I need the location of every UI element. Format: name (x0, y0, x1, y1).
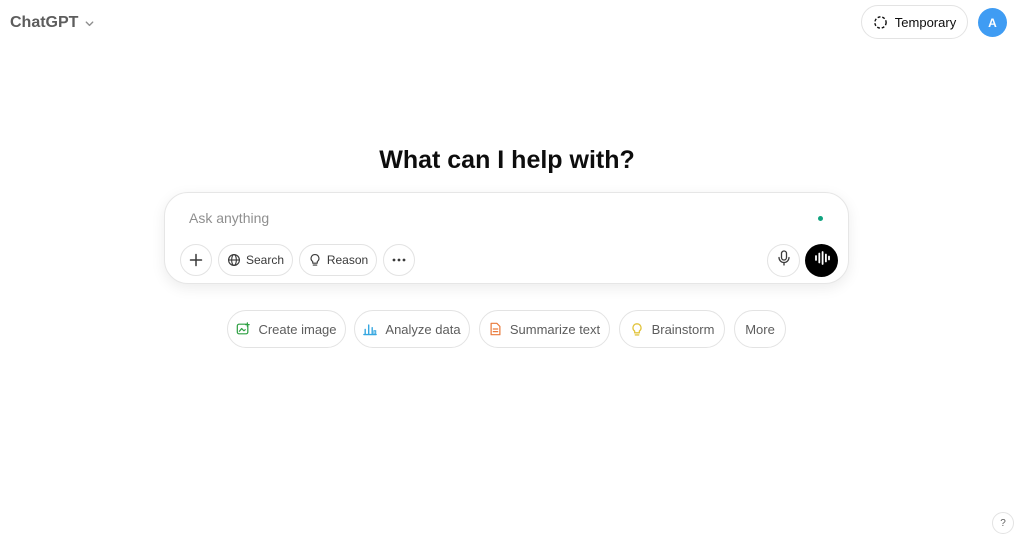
chevron-down-icon (84, 18, 95, 29)
waveform-icon (814, 251, 830, 270)
lightbulb-icon (308, 253, 322, 267)
status-dot (818, 216, 823, 221)
reason-button[interactable]: Reason (299, 244, 377, 276)
search-button[interactable]: Search (218, 244, 293, 276)
reason-label: Reason (326, 253, 369, 267)
chatgpt-home: ChatGPT Temporary A What can I help with… (0, 0, 1024, 540)
suggestion-create-image[interactable]: Create image (227, 310, 346, 348)
document-icon (489, 322, 502, 336)
suggestion-label: Analyze data (385, 321, 461, 337)
suggestion-label: Brainstorm (651, 321, 715, 337)
suggestion-more[interactable]: More (734, 310, 786, 348)
suggestion-label: Summarize text (509, 321, 601, 337)
suggestion-analyze-data[interactable]: Analyze data (354, 310, 470, 348)
suggestion-brainstorm[interactable]: Brainstorm (619, 310, 725, 348)
composer: Search Reason (164, 192, 849, 284)
more-tools-button[interactable] (383, 244, 415, 276)
suggestion-label: Create image (258, 321, 337, 337)
temporary-chat-icon (873, 15, 888, 30)
attach-button[interactable] (180, 244, 212, 276)
model-switcher[interactable]: ChatGPT (10, 12, 95, 34)
temporary-chat-button[interactable]: Temporary (861, 5, 968, 39)
page-title: What can I help with? (379, 146, 635, 174)
globe-icon (227, 253, 241, 267)
suggestion-label: More (745, 321, 775, 337)
prompt-input[interactable] (189, 210, 789, 226)
more-dots-icon (392, 258, 406, 262)
microphone-icon (777, 250, 791, 271)
model-name: ChatGPT (10, 14, 79, 31)
plus-icon (189, 253, 203, 267)
bar-chart-icon (363, 322, 378, 336)
search-label: Search (245, 253, 285, 267)
help-button[interactable]: ? (992, 512, 1014, 534)
temporary-chat-label: Temporary (894, 14, 957, 30)
create-image-icon (236, 322, 251, 336)
dictate-button[interactable] (767, 244, 800, 277)
lightbulb-icon (630, 322, 644, 337)
suggestion-summarize-text[interactable]: Summarize text (479, 310, 610, 348)
avatar[interactable]: A (978, 8, 1007, 37)
voice-mode-button[interactable] (805, 244, 838, 277)
